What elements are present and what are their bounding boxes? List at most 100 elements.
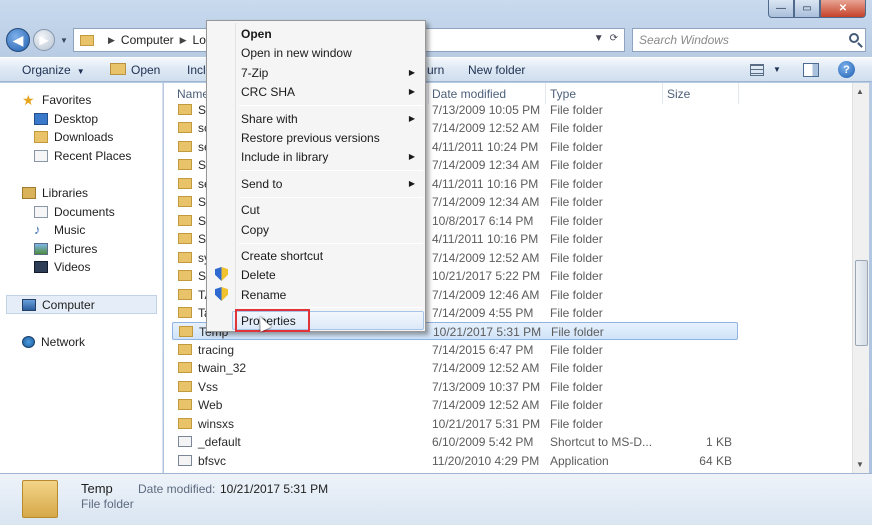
music-icon: ♪ [34,222,41,237]
folder-icon [178,233,192,244]
uac-shield-icon [215,267,228,281]
file-date: 7/13/2009 10:37 PM [432,380,541,394]
organize-label: Organize [22,63,71,77]
refresh-icon[interactable]: ⟳ [610,33,618,44]
menu-separator [239,105,423,106]
file-row[interactable]: Web 7/14/2009 12:52 AM File folder [172,396,738,414]
menu-item-cut[interactable]: Cut [241,203,260,217]
scroll-up-arrow-icon[interactable]: ▲ [856,87,864,96]
chevron-right-icon[interactable]: ▶ [108,35,115,46]
submenu-arrow-icon: ▶ [408,68,415,77]
search-box[interactable] [632,28,866,52]
nav-libraries-label: Libraries [42,186,89,200]
file-type: File folder [550,158,603,172]
file-type: File folder [550,195,603,209]
nav-network[interactable]: Network [22,335,85,349]
maximize-button[interactable]: ▭ [794,0,820,18]
large-folder-icon [22,480,58,518]
folder-icon [178,362,192,373]
view-list-icon[interactable] [750,64,764,76]
menu-item-copy[interactable]: Copy [241,223,269,237]
nav-libraries[interactable]: Libraries [22,186,88,200]
column-header-type[interactable]: Type [550,87,576,101]
menu-item-open-new-window[interactable]: Open in new window [241,46,352,60]
file-name: Vss [198,380,219,394]
nav-desktop[interactable]: Desktop [34,112,98,126]
column-header-date[interactable]: Date modified [432,87,506,101]
column-header-size[interactable]: Size [667,87,690,101]
chevron-right-icon[interactable]: ▶ [180,35,187,46]
recent-pages-dropdown[interactable]: ▼ [60,36,68,45]
file-date: 10/21/2017 5:31 PM [432,417,541,431]
file-row[interactable]: _default 6/10/2009 5:42 PM Shortcut to MS-… [172,433,738,451]
minimize-button[interactable]: — [768,0,794,18]
file-type: File folder [550,177,603,191]
file-type: File folder [550,380,603,394]
menu-item-include-in-library[interactable]: Include in library [241,150,328,164]
file-date: 4/11/2011 10:16 PM [432,232,539,246]
scrollbar-thumb[interactable] [855,260,868,346]
help-icon[interactable]: ? [838,61,855,78]
folder-icon [178,289,192,300]
file-row[interactable]: Vss 7/13/2009 10:37 PM File folder [172,378,738,396]
organize-button[interactable]: Organize ▼ [22,63,85,77]
include-in-library-button[interactable]: Incl [187,63,206,77]
file-date: 11/20/2010 4:29 PM [432,454,540,468]
file-size: 64 KB [699,454,732,468]
nav-computer[interactable]: Computer [22,298,95,312]
menu-item-delete[interactable]: Delete [241,268,276,282]
vertical-scrollbar[interactable]: ▲ ▼ [852,83,869,473]
forward-button[interactable]: ▶ [33,29,55,51]
menu-item-7zip[interactable]: 7-Zip [241,66,268,80]
file-row[interactable]: bfsvc 11/20/2010 4:29 PM Application 64 KB [172,452,738,470]
nav-music[interactable]: ♪ Music [34,223,85,237]
file-date: 6/10/2009 5:42 PM [432,435,534,449]
back-button[interactable]: ◀ [6,28,30,52]
menu-item-share-with[interactable]: Share with [241,112,298,126]
file-size: 1 KB [705,435,732,449]
open-button[interactable]: Open [110,63,160,77]
file-date: 7/14/2009 12:34 AM [432,158,540,172]
file-date: 7/14/2009 12:46 AM [432,288,540,302]
downloads-folder-icon [34,131,48,143]
column-header-name[interactable]: Name [177,87,209,101]
column-divider[interactable] [738,83,739,104]
file-date: 7/14/2009 12:52 AM [432,251,540,265]
menu-item-restore-previous[interactable]: Restore previous versions [241,131,380,145]
chevron-down-icon: ▼ [76,67,85,76]
file-date: 10/21/2017 5:22 PM [432,269,541,283]
file-row[interactable]: tracing 7/14/2015 6:47 PM File folder [172,341,738,359]
nav-favorites[interactable]: ★ Favorites [22,93,91,107]
nav-pictures[interactable]: Pictures [34,242,97,256]
burn-button[interactable]: urn [427,63,444,77]
folder-icon [178,344,192,355]
file-date: 7/14/2009 12:52 AM [432,121,540,135]
folder-icon [178,270,192,281]
preview-pane-icon[interactable] [803,63,819,77]
address-tools: ▼ ⟳ [594,33,618,44]
menu-item-open[interactable]: Open [241,27,272,41]
menu-item-create-shortcut[interactable]: Create shortcut [241,249,323,263]
chevron-down-icon[interactable]: ▼ [594,33,604,44]
scroll-down-arrow-icon[interactable]: ▼ [856,460,864,469]
menu-item-send-to[interactable]: Send to [241,177,282,191]
file-row[interactable]: winsxs 10/21/2017 5:31 PM File folder [172,415,738,433]
file-row[interactable]: twain_32 7/14/2009 12:52 AM File folder [172,359,738,377]
menu-item-crc-sha[interactable]: CRC SHA [241,85,295,99]
chevron-down-icon[interactable]: ▼ [773,65,781,74]
folder-icon [178,307,192,318]
nav-downloads[interactable]: Downloads [34,130,113,144]
breadcrumb-computer[interactable]: Computer [121,33,174,47]
nav-recent-places[interactable]: Recent Places [34,149,131,163]
nav-documents[interactable]: Documents [34,205,115,219]
search-icon[interactable] [849,33,859,43]
search-input[interactable] [639,33,839,47]
file-type: File folder [550,306,603,320]
menu-item-rename[interactable]: Rename [241,288,286,302]
close-button[interactable]: ✕ [820,0,866,18]
nav-videos[interactable]: Videos [34,260,90,274]
file-date: 7/14/2009 4:55 PM [432,306,534,320]
menu-separator [239,197,423,198]
menu-separator [239,307,423,308]
new-folder-button[interactable]: New folder [468,63,525,77]
